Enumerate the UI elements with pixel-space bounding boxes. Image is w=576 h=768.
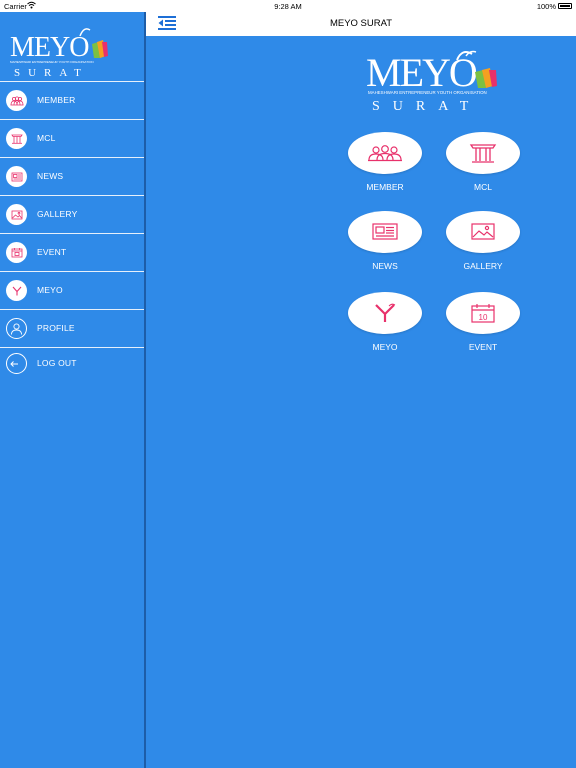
- clock: 9:28 AM: [274, 2, 302, 11]
- tile-event-button[interactable]: 10: [446, 292, 520, 334]
- sidebar: MEYO MAHESHWARI ENTREPRENEUR YOUTH ORGAN…: [0, 12, 146, 768]
- sidebar-item-logout[interactable]: LOG OUT: [0, 347, 144, 385]
- sidebar-item-profile[interactable]: PROFILE: [0, 309, 144, 347]
- members-icon: [368, 145, 402, 162]
- calendar-icon: 10: [471, 304, 495, 323]
- tile-label: NEWS: [372, 261, 398, 271]
- tile-mcl[interactable]: MCL: [446, 132, 520, 192]
- picture-icon: [471, 223, 495, 240]
- tile-member-button[interactable]: [348, 132, 422, 174]
- tile-label: MEMBER: [366, 182, 404, 192]
- tile-member[interactable]: MEMBER: [348, 132, 422, 192]
- svg-text:MAHESHWARI ENTREPRENEUR YOUTH: MAHESHWARI ENTREPRENEUR YOUTH ORGANISATI…: [10, 60, 94, 64]
- picture-icon: [6, 204, 27, 225]
- sidebar-item-member[interactable]: MEMBER: [0, 81, 144, 119]
- sidebar-item-event[interactable]: EVENT: [0, 233, 144, 271]
- members-icon: [6, 90, 27, 111]
- tile-meyo[interactable]: MEYO: [348, 292, 422, 352]
- tile-label: MCL: [474, 182, 492, 192]
- tile-event[interactable]: 10 EVENT: [446, 292, 520, 352]
- newspaper-icon: [6, 166, 27, 187]
- meyo-logo: MEYO MAHESHWARI ENTREPRENEUR YOUTH ORGAN…: [10, 28, 108, 79]
- page-title: MEYO SURAT: [329, 18, 393, 29]
- battery-icon: [558, 3, 572, 9]
- sidebar-item-label: MEYO: [37, 285, 63, 295]
- tile-news[interactable]: NEWS: [348, 211, 422, 271]
- svg-text:SURAT: SURAT: [14, 67, 89, 79]
- svg-text:MAHESHWARI ENTREPRENEUR YOUTH: MAHESHWARI ENTREPRENEUR YOUTH ORGANISATI…: [368, 90, 487, 95]
- user-icon: [6, 318, 27, 339]
- tile-label: EVENT: [468, 342, 498, 352]
- svg-text:MEYO: MEYO: [10, 32, 89, 63]
- sidebar-item-mcl[interactable]: MCL: [0, 119, 144, 157]
- sidebar-item-gallery[interactable]: GALLERY: [0, 195, 144, 233]
- pillars-icon: [469, 144, 497, 163]
- tile-gallery-button[interactable]: [446, 211, 520, 253]
- sidebar-item-label: MCL: [37, 133, 56, 143]
- tile-label: GALLERY: [463, 261, 503, 271]
- sidebar-item-meyo[interactable]: MEYO: [0, 271, 144, 309]
- tile-meyo-button[interactable]: [348, 292, 422, 334]
- tile-gallery[interactable]: GALLERY: [446, 211, 520, 271]
- sidebar-item-label: GALLERY: [37, 209, 78, 219]
- sidebar-item-label: EVENT: [37, 247, 67, 257]
- sidebar-item-news[interactable]: NEWS: [0, 157, 144, 195]
- status-bar: Carrier 9:28 AM 100%: [0, 0, 576, 12]
- sidebar-item-label: MEMBER: [37, 95, 76, 105]
- calendar-icon: [6, 242, 27, 263]
- meyo-y-icon: [6, 280, 27, 301]
- svg-text:SURAT: SURAT: [372, 99, 481, 114]
- pillars-icon: [6, 128, 27, 149]
- sidebar-item-label: LOG OUT: [37, 358, 77, 368]
- meyo-y-icon: [375, 303, 396, 322]
- svg-text:MEYO: MEYO: [366, 50, 477, 95]
- newspaper-icon: [372, 223, 398, 240]
- meyo-main-logo: MEYO MAHESHWARI ENTREPRENEUR YOUTH ORGAN…: [366, 50, 497, 114]
- tile-news-button[interactable]: [348, 211, 422, 253]
- sidebar-menu: MEMBER MCL NEWS GALLERY EVENT MEYO PROFI…: [0, 81, 144, 385]
- sidebar-item-label: NEWS: [37, 171, 64, 181]
- sidebar-item-label: PROFILE: [37, 323, 75, 333]
- tile-mcl-button[interactable]: [446, 132, 520, 174]
- tile-label: MEYO: [372, 342, 398, 352]
- svg-text:10: 10: [479, 313, 488, 322]
- top-nav-bar: MEYO SURAT: [146, 12, 576, 36]
- logout-icon: [6, 353, 27, 374]
- battery-percent: 100%: [536, 2, 556, 11]
